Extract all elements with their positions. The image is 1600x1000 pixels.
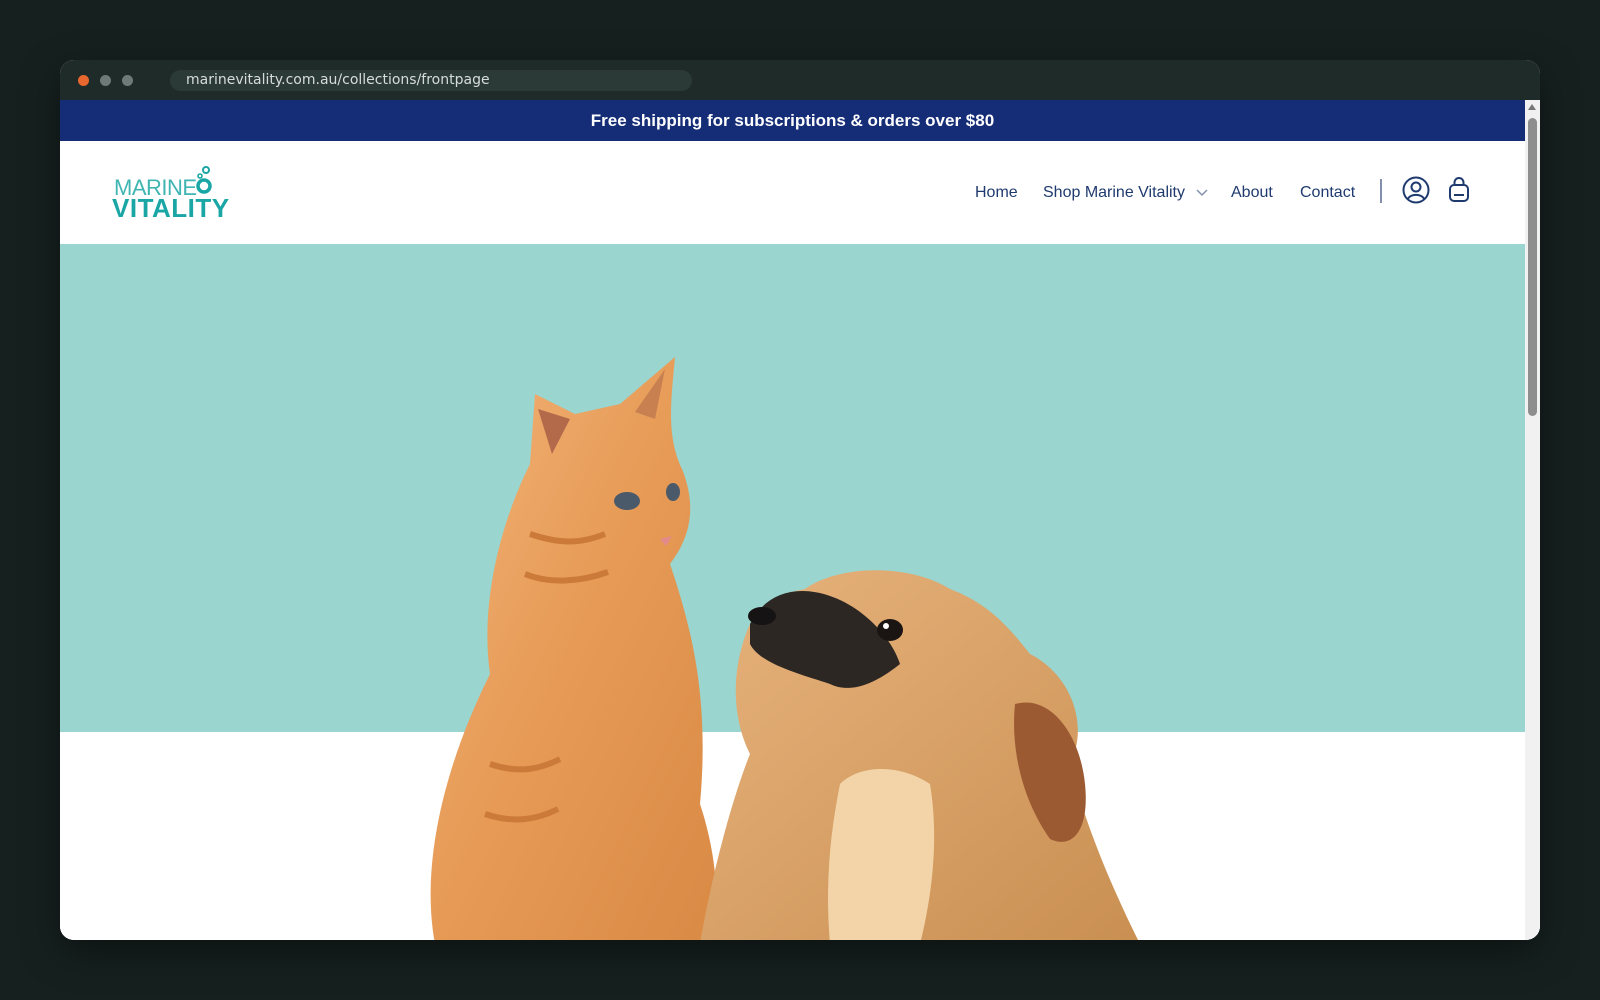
maximize-window-button[interactable] xyxy=(122,75,133,86)
close-window-button[interactable] xyxy=(78,75,89,86)
vertical-scrollbar[interactable] xyxy=(1525,100,1540,940)
cart-bag-icon[interactable] xyxy=(1444,175,1474,205)
address-bar[interactable]: marinevitality.com.au/collections/frontp… xyxy=(170,70,692,91)
kitten-body-shape xyxy=(430,357,717,940)
nav-home[interactable]: Home xyxy=(975,181,1018,205)
scroll-up-arrow-icon[interactable] xyxy=(1528,104,1536,110)
nav-shop-marine-vitality[interactable]: Shop Marine Vitality xyxy=(1043,181,1185,205)
nav-divider xyxy=(1380,179,1382,203)
chat-widget-glow xyxy=(80,880,250,940)
bubbles-icon xyxy=(196,166,212,194)
marine-vitality-logo[interactable]: MARINE VITALITY xyxy=(112,165,242,223)
browser-titlebar: marinevitality.com.au/collections/frontp… xyxy=(60,60,1540,100)
hero-banner xyxy=(60,244,1525,940)
logo-text-vitality: VITALITY xyxy=(112,193,230,223)
account-icon[interactable] xyxy=(1401,175,1431,205)
announcement-bar: Free shipping for subscriptions & orders… xyxy=(60,100,1525,141)
scrollbar-thumb[interactable] xyxy=(1528,118,1537,416)
minimize-window-button[interactable] xyxy=(100,75,111,86)
nav-contact[interactable]: Contact xyxy=(1300,181,1355,205)
page-viewport: Free shipping for subscriptions & orders… xyxy=(60,100,1540,940)
site-header: MARINE VITALITY Home Shop Marine Vitalit… xyxy=(60,141,1525,244)
nav-about[interactable]: About xyxy=(1231,181,1273,205)
kitten-and-puppy-image xyxy=(430,357,1139,940)
browser-window: marinevitality.com.au/collections/frontp… xyxy=(60,60,1540,940)
chevron-down-icon[interactable] xyxy=(1196,189,1208,197)
